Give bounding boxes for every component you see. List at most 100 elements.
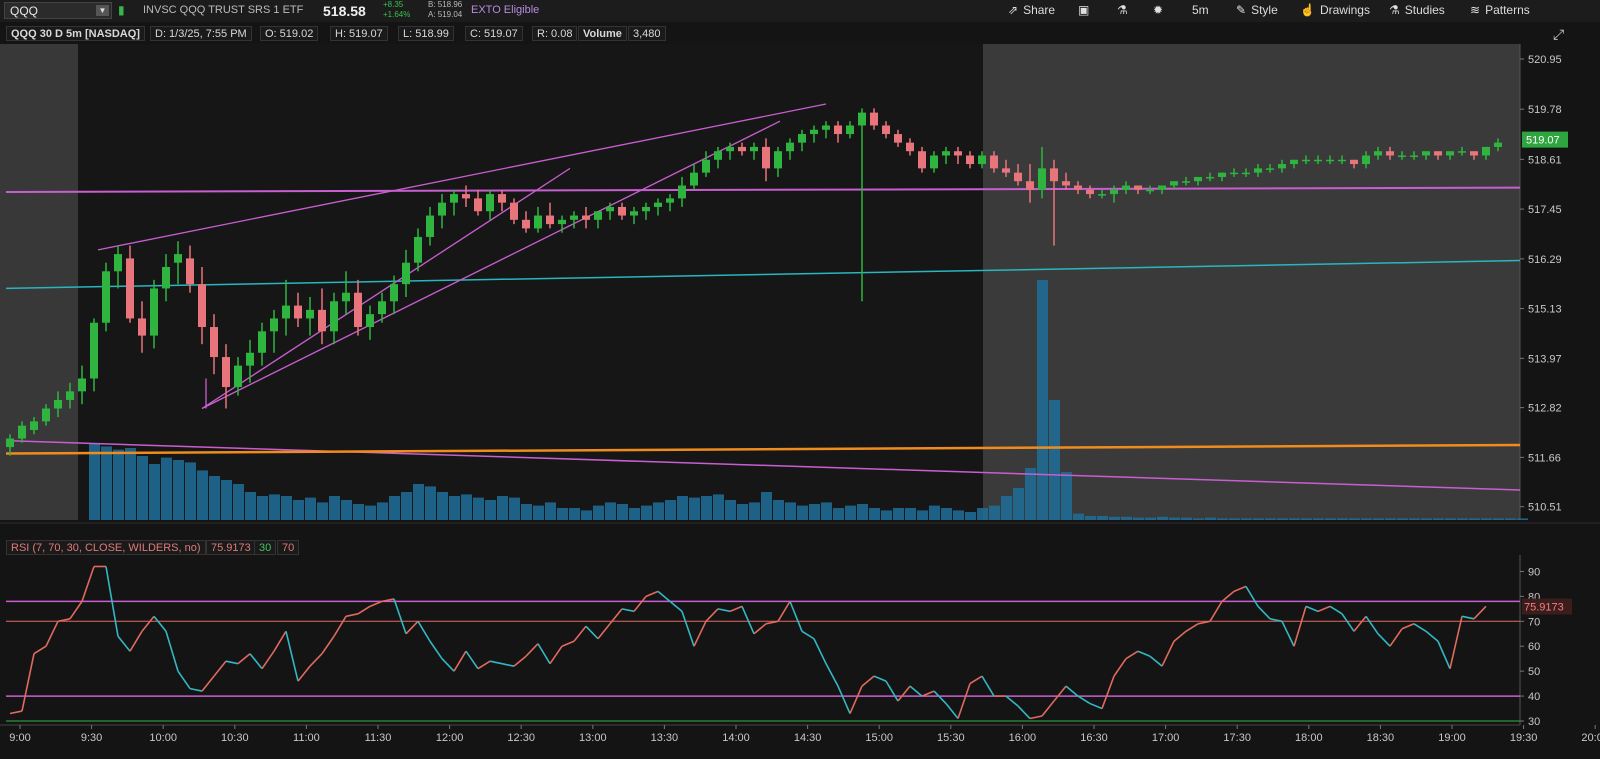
candle-body: [894, 134, 902, 143]
change-block: +8.35 +1.64%: [383, 0, 410, 20]
candle-body: [246, 352, 254, 366]
candle-body: [1038, 168, 1046, 190]
open-value: O: 519.02: [260, 26, 319, 41]
candle-body: [114, 254, 122, 272]
volume-bar: [293, 500, 304, 520]
ask-price: A: 519.04: [428, 10, 463, 19]
volume-bar: [401, 492, 412, 520]
volume-bar: [1133, 517, 1144, 520]
close-value: C: 519.07: [465, 26, 523, 41]
candle-body: [1110, 189, 1118, 195]
volume-bar: [1265, 518, 1276, 520]
volume-bar: [389, 496, 400, 520]
candle-body: [42, 408, 50, 422]
symbol-text: QQQ: [10, 4, 39, 18]
volume-bar: [1361, 518, 1372, 520]
candle-body: [930, 155, 938, 169]
candle-body: [1206, 176, 1214, 179]
symbol-input[interactable]: QQQ ▼: [4, 2, 112, 19]
share-button[interactable]: ⇗ Share: [1008, 3, 1055, 17]
candle-body: [342, 292, 350, 302]
volume-bar: [377, 502, 388, 520]
time-axis-label: 16:30: [1080, 732, 1108, 744]
link-icon[interactable]: ▮: [118, 3, 125, 17]
volume-bar: [725, 500, 736, 520]
volume-bar: [773, 500, 784, 520]
volume-bar: [1253, 518, 1264, 520]
candle-body: [498, 194, 506, 203]
settings-button[interactable]: ✹: [1153, 3, 1168, 17]
volume-bar: [89, 444, 100, 520]
candle-body: [1002, 168, 1010, 173]
candle-body: [282, 305, 290, 319]
volume-bar: [1493, 518, 1504, 520]
volume-bar: [1037, 280, 1048, 520]
volume-bar: [905, 508, 916, 520]
candle-body: [390, 284, 398, 302]
candle-body: [186, 258, 194, 285]
price-axis-label: 515.13: [1528, 304, 1562, 316]
rsi-study-label[interactable]: RSI (7, 70, 30, CLOSE, WILDERS, no): [6, 540, 206, 555]
volume-bar: [1289, 518, 1300, 520]
candle-body: [102, 271, 110, 323]
time-axis-label: 9:00: [9, 732, 30, 744]
candle-body: [1086, 189, 1094, 195]
snapshot-button[interactable]: ▣: [1078, 3, 1094, 17]
candle-body: [534, 215, 542, 229]
volume-bar: [473, 497, 484, 520]
studies-button[interactable]: ⚗ Studies: [1389, 3, 1445, 17]
volume-bar: [113, 449, 124, 520]
candle-body: [1278, 164, 1286, 169]
candle-body: [1374, 151, 1382, 156]
candle-body: [906, 142, 914, 152]
flask-button[interactable]: ⚗: [1117, 3, 1133, 17]
volume-bar: [1013, 488, 1024, 520]
volume-bar: [221, 480, 232, 520]
volume-bar: [329, 496, 340, 520]
volume-bar: [1073, 513, 1084, 520]
volume-bar: [233, 484, 244, 520]
candle-body: [234, 365, 242, 388]
candle-body: [1482, 146, 1490, 156]
candle-body: [150, 288, 158, 336]
candle-body: [1254, 168, 1262, 173]
candle-body: [486, 194, 494, 212]
candle-body: [1290, 159, 1298, 165]
patterns-button[interactable]: ≋ Patterns: [1470, 3, 1530, 17]
expand-chart-icon[interactable]: ⤢: [1553, 26, 1564, 43]
volume-bar: [857, 504, 868, 520]
volume-bar: [1121, 516, 1132, 520]
time-axis-label: 11:00: [293, 732, 320, 744]
candle-body: [1494, 142, 1502, 147]
volume-bar: [1049, 400, 1060, 520]
candle-body: [750, 146, 758, 152]
candle-body: [1458, 151, 1466, 153]
drawings-button[interactable]: ☝ Drawings: [1300, 3, 1370, 17]
candle-body: [402, 262, 410, 285]
timeframe-button[interactable]: 5m: [1192, 3, 1209, 17]
candle-body: [942, 151, 950, 156]
symbol-dropdown-icon[interactable]: ▼: [96, 5, 109, 16]
price-chart[interactable]: 520.95 519.78 518.61 517.45 516.29 515.13 513.…: [0, 44, 1600, 532]
candle-body: [66, 391, 74, 400]
studies-label: Studies: [1404, 3, 1445, 17]
candle-body: [990, 155, 998, 169]
volume-bar: [1481, 518, 1492, 520]
studies-flask-icon: ⚗: [1389, 3, 1400, 17]
volume-bar: [1385, 518, 1396, 520]
candle-body: [1134, 185, 1142, 190]
volume-bar: [1001, 496, 1012, 520]
rsi-chart[interactable]: 9080706050403075.91739:00 9:30 10:00 10:30 1…: [0, 555, 1600, 759]
volume-bar: [1181, 517, 1192, 520]
time-axis-label: 15:00: [865, 732, 893, 744]
info-bar: QQQ 30 D 5m [NASDAQ] D: 1/3/25, 7:55 PM …: [0, 22, 1600, 44]
style-button[interactable]: ✎ Style: [1236, 3, 1278, 17]
style-label: Style: [1251, 3, 1278, 17]
candle-body: [858, 112, 866, 126]
candle-body: [1182, 181, 1190, 183]
volume-bar: [257, 496, 268, 520]
volume-bar: [509, 497, 520, 520]
candle-body: [546, 215, 554, 225]
price-axis-label: 510.51: [1528, 502, 1562, 514]
candle-body: [318, 309, 326, 332]
